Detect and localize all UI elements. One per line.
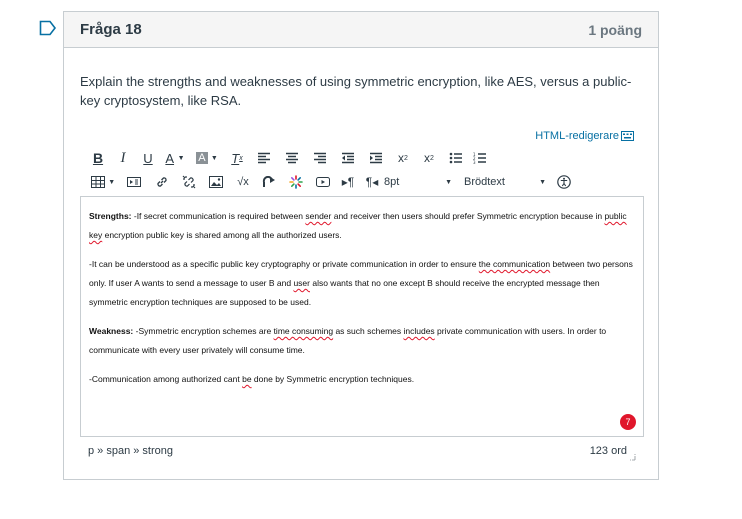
spellcheck-count-badge[interactable]: 7 (620, 414, 636, 430)
question-title: Fråga 18 (80, 21, 142, 38)
strengths-label: Strengths: (89, 211, 132, 221)
italic-icon[interactable]: I (110, 148, 136, 168)
embed-icon[interactable] (256, 172, 282, 192)
rtl-icon[interactable]: ¶◂ (360, 172, 384, 192)
element-path[interactable]: p » span » strong (88, 445, 173, 457)
media-icon[interactable] (120, 172, 148, 192)
rich-text-editor[interactable]: Strengths: -If secret communication is r… (80, 196, 644, 436)
background-color-icon[interactable]: A ▼ (190, 148, 224, 168)
bold-icon[interactable]: B (86, 148, 110, 168)
bullet-list-icon[interactable] (442, 148, 470, 168)
keyboard-icon (621, 131, 634, 141)
superscript-icon[interactable]: x2 (390, 148, 416, 168)
text-run: -It can be understood as a specific publ… (89, 259, 479, 269)
apps-icon[interactable] (282, 172, 310, 192)
text-run: -If secret communication is required bet… (131, 211, 306, 221)
flag-icon[interactable] (39, 20, 57, 36)
misspelled-word[interactable]: includes (403, 326, 434, 336)
block-format-value: Brödtext (464, 176, 505, 188)
math-icon[interactable]: √x (230, 172, 256, 192)
indent-icon[interactable] (362, 148, 390, 168)
misspelled-word[interactable]: the communication (479, 259, 550, 269)
numbered-list-icon[interactable]: 123 (470, 148, 490, 168)
svg-text:3: 3 (473, 160, 476, 164)
misspelled-word[interactable]: be (242, 374, 251, 384)
question-card: Fråga 18 1 poäng Explain the strengths a… (63, 11, 659, 480)
subscript-icon[interactable]: x2 (416, 148, 442, 168)
unlink-icon[interactable] (176, 172, 202, 192)
toolbar-row-1: B I U A ▼ A ▼ Tx x2 x2 123 (86, 148, 490, 168)
editor-statusbar: p » span » strong 123 ord (80, 436, 644, 464)
toolbar-row-2: ▼ √x ▸¶ ¶◂ 8pt ▼ Brödtext ▼ (86, 172, 572, 192)
outdent-icon[interactable] (334, 148, 362, 168)
text-run: as such schemes (333, 326, 404, 336)
accessibility-icon[interactable] (556, 172, 572, 192)
answer-paragraph: -It can be understood as a specific publ… (89, 255, 635, 312)
chevron-down-icon: ▼ (539, 178, 546, 186)
resize-icon[interactable] (628, 453, 636, 461)
misspelled-word[interactable]: sender (305, 211, 331, 221)
record-media-icon[interactable] (310, 172, 336, 192)
text-run: -Symmetric encryption schemes are (133, 326, 274, 336)
answer-paragraph: -Communication among authorized cant be … (89, 370, 635, 389)
answer-paragraph: Strengths: -If secret communication is r… (89, 207, 635, 245)
text-color-icon[interactable]: A ▼ (160, 148, 190, 168)
font-size-value: 8pt (384, 176, 400, 188)
question-text: Explain the strengths and weaknesses of … (80, 74, 632, 108)
html-editor-switch[interactable]: HTML-redigerare (535, 130, 634, 142)
ltr-icon[interactable]: ▸¶ (336, 172, 360, 192)
word-count[interactable]: 123 ord (590, 445, 627, 457)
text-run: -Communication among authorized cant (89, 374, 243, 384)
underline-icon[interactable]: U (136, 148, 160, 168)
font-size-select[interactable]: 8pt ▼ (384, 172, 464, 192)
weakness-label: Weakness: (89, 326, 134, 336)
text-run: and receiver then users should prefer Sy… (331, 211, 605, 221)
align-right-icon[interactable] (306, 148, 334, 168)
clear-formatting-icon[interactable]: Tx (224, 148, 250, 168)
chevron-down-icon: ▼ (445, 178, 452, 186)
question-points: 1 poäng (588, 21, 642, 38)
question-header: Fråga 18 1 poäng (64, 12, 658, 48)
answer-paragraph: Weakness: -Symmetric encryption schemes … (89, 322, 635, 360)
table-icon[interactable]: ▼ (86, 172, 120, 192)
link-icon[interactable] (148, 172, 176, 192)
misspelled-word[interactable]: user (293, 278, 310, 288)
text-run: encryption public key is shared among al… (102, 230, 342, 240)
misspelled-word[interactable]: time consuming (274, 326, 334, 336)
block-format-select[interactable]: Brödtext ▼ (464, 172, 556, 192)
image-icon[interactable] (202, 172, 230, 192)
html-editor-label: HTML-redigerare (535, 130, 619, 142)
align-left-icon[interactable] (250, 148, 278, 168)
text-run: done by Symmetric encryption techniques. (251, 374, 415, 384)
align-center-icon[interactable] (278, 148, 306, 168)
